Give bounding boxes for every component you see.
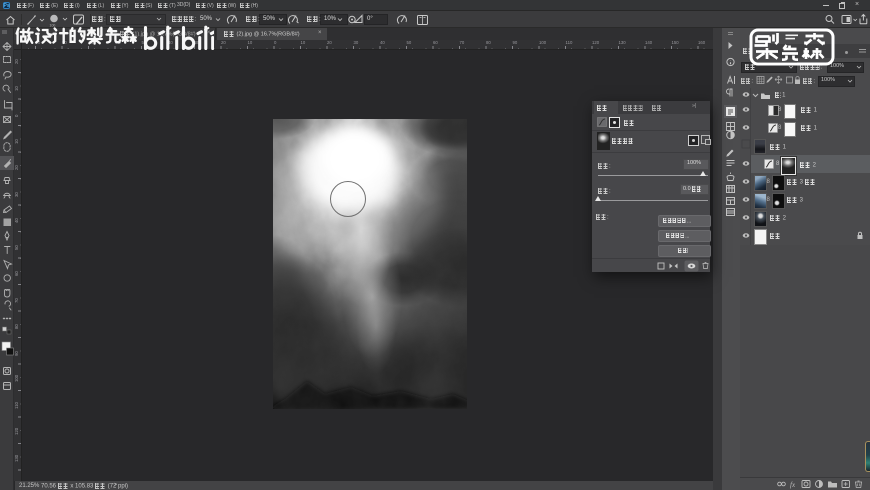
svg-text:fx: fx: [790, 481, 796, 489]
